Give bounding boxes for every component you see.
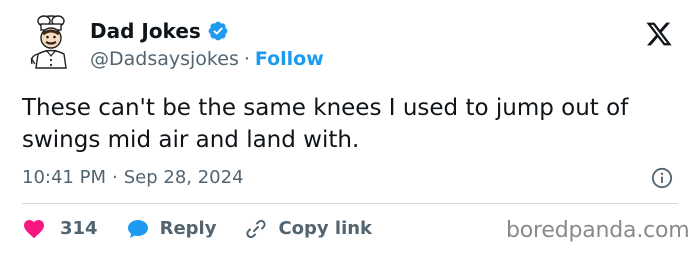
tweet-date: Sep 28, 2024	[123, 167, 244, 188]
verified-badge-icon	[207, 20, 229, 42]
author-display-name[interactable]: Dad Jokes	[90, 19, 201, 43]
tweet-timestamp[interactable]: 10:41 PM · Sep 28, 2024	[22, 166, 244, 190]
divider	[22, 203, 678, 204]
avatar[interactable]	[22, 12, 80, 70]
tweet-card: Dad Jokes @Dadsaysjokes · Follow These c…	[0, 0, 700, 256]
like-count: 314	[60, 218, 98, 239]
timestamp-separator: ·	[111, 167, 118, 188]
copy-link-button[interactable]: Copy link	[244, 217, 372, 241]
handle-separator: ·	[243, 48, 250, 70]
tweet-text: These can't be the same knees I used to …	[22, 95, 629, 153]
copy-link-label: Copy link	[278, 218, 373, 239]
chef-avatar-icon	[30, 15, 67, 69]
x-logo-icon[interactable]	[644, 20, 674, 48]
follow-button[interactable]: Follow	[255, 47, 324, 71]
reply-bubble-icon	[127, 220, 148, 238]
info-icon[interactable]	[651, 167, 673, 189]
tweet-actions: 314 Reply Copy link	[22, 216, 400, 242]
reply-button[interactable]: Reply	[126, 217, 217, 241]
heart-icon	[24, 220, 44, 239]
reply-label: Reply	[159, 218, 217, 239]
link-icon	[246, 219, 267, 239]
author-handle-row: @Dadsaysjokes · Follow	[90, 47, 324, 71]
like-button[interactable]: 314	[22, 217, 98, 241]
author-handle[interactable]: @Dadsaysjokes	[90, 47, 239, 71]
author-name-row: Dad Jokes	[90, 19, 229, 43]
tweet-time: 10:41 PM	[22, 167, 106, 188]
watermark: boredpanda.com	[506, 218, 690, 243]
